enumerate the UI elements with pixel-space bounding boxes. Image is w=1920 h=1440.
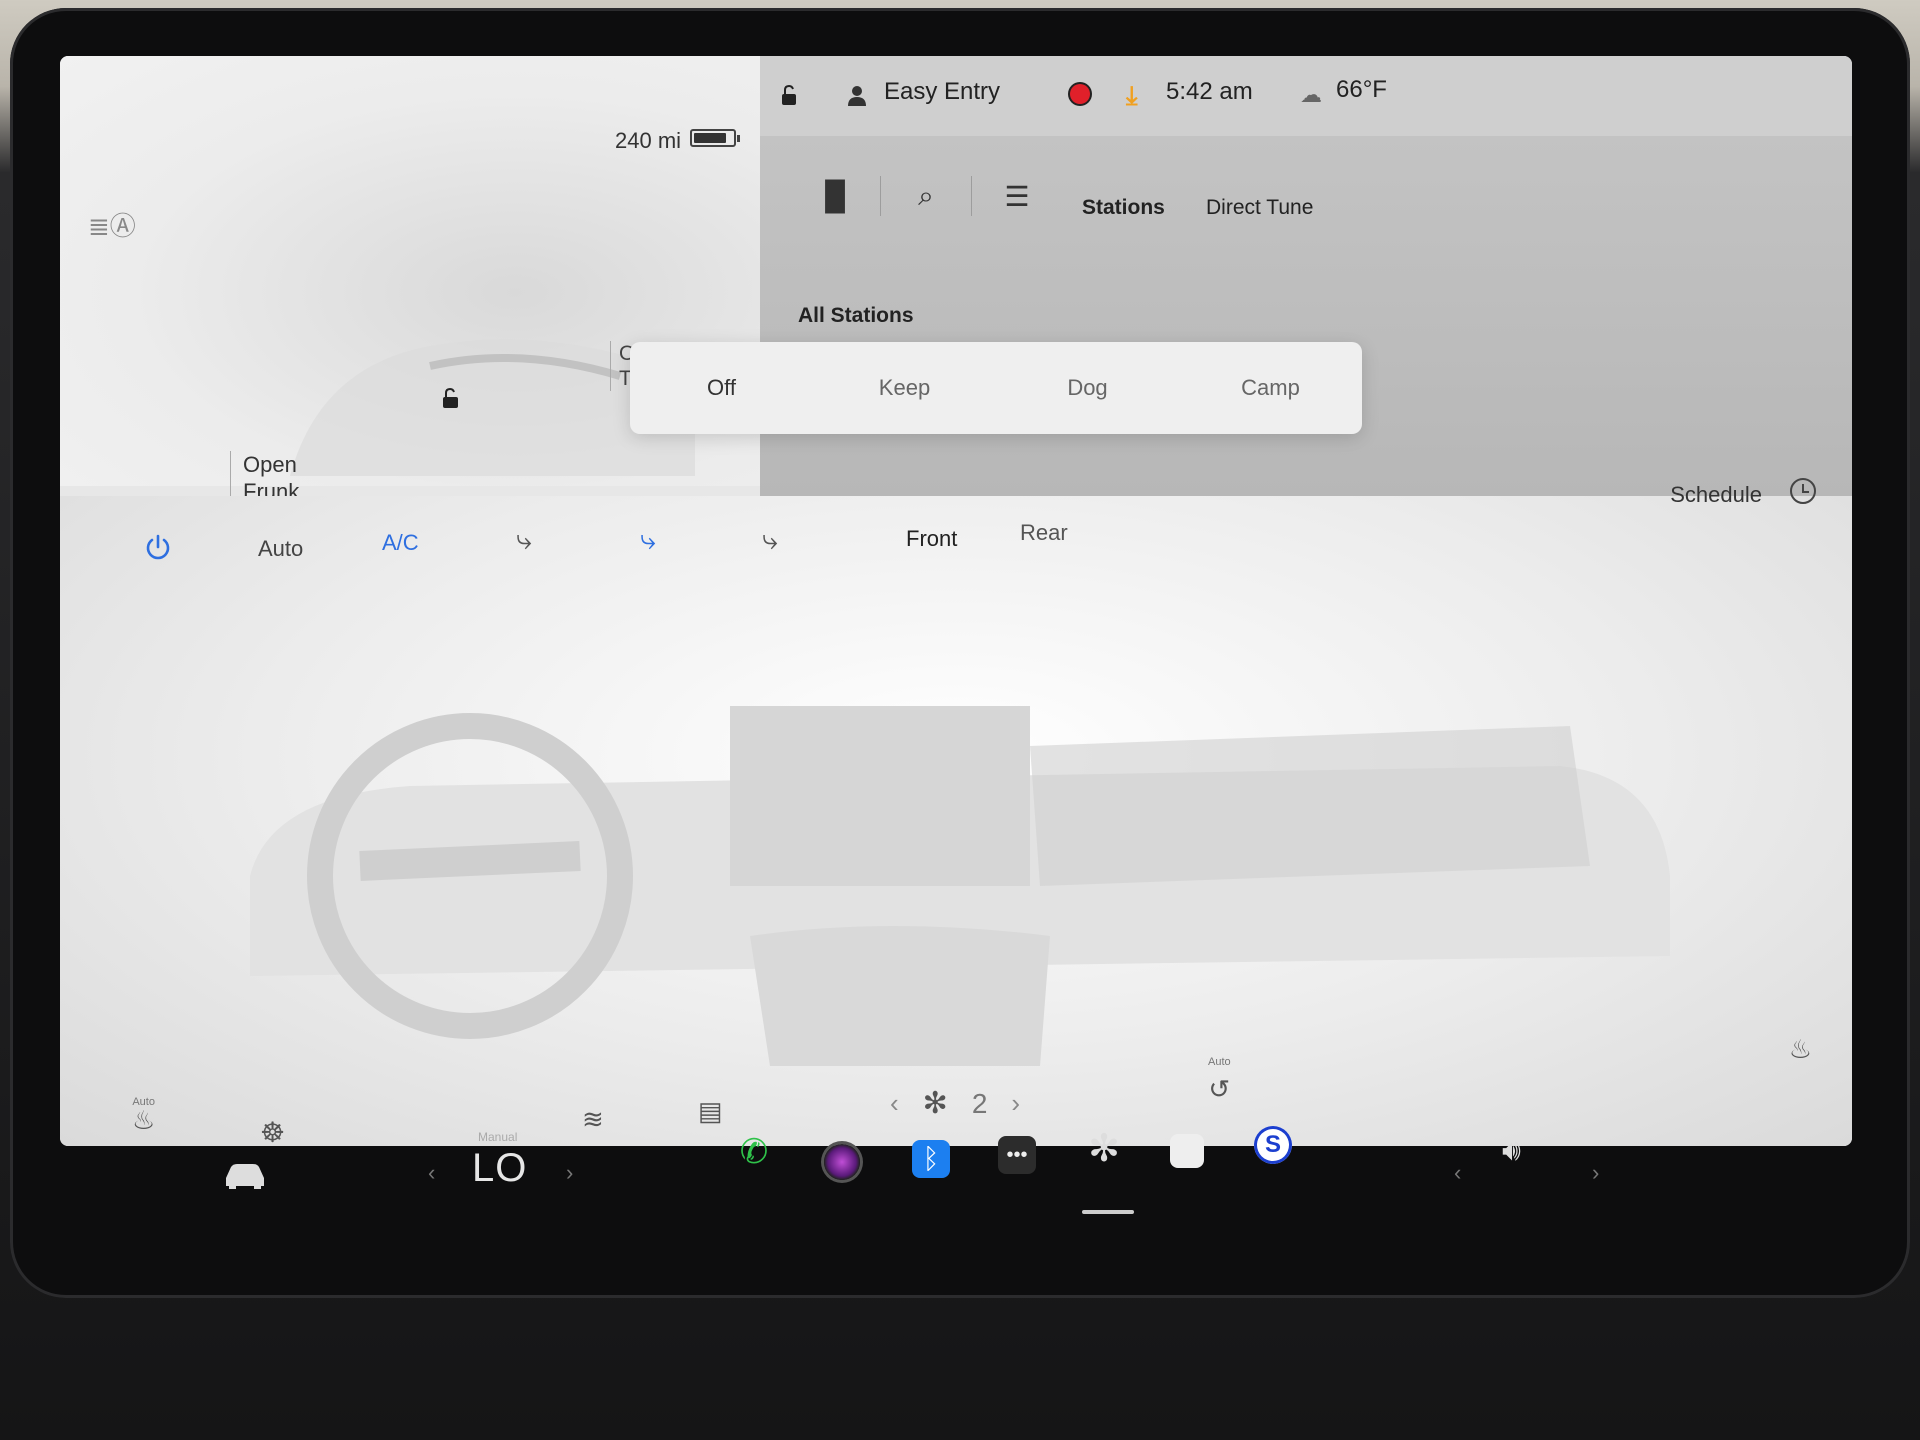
range-readout: 240 mi <box>615 128 682 153</box>
recirculate-icon: ↺ <box>1208 1074 1231 1104</box>
clock-icon[interactable] <box>1790 478 1816 504</box>
download-icon[interactable]: ⤓ <box>1126 80 1138 112</box>
temp-increase-chevron-icon[interactable]: › <box>566 1160 573 1186</box>
temp-decrease-chevron-icon[interactable]: ‹ <box>428 1160 435 1186</box>
cloud-icon: ☁ <box>1300 82 1322 107</box>
fan-app-icon[interactable]: ✻ <box>1082 1126 1126 1170</box>
dock-bar: ‹ Manual LO › ✆ ᛒ ••• ✻ S ‹ 🔊︎ › <box>0 1110 1920 1230</box>
vent-feet-icon[interactable]: ⤷ <box>762 524 778 557</box>
bluetooth-icon[interactable]: ᛒ <box>912 1140 950 1178</box>
mode-keep[interactable]: Keep <box>813 375 996 401</box>
vent-face-icon[interactable]: ⤷ <box>516 524 532 557</box>
active-app-indicator <box>1082 1210 1134 1214</box>
temp-mode-label: Manual <box>478 1130 518 1144</box>
manual-icon[interactable] <box>1170 1134 1204 1168</box>
ac-button[interactable]: A/C <box>382 530 419 556</box>
media-toolbar: ▐▌ ⌕ ☰ <box>790 176 1062 216</box>
cabin-temperature[interactable]: LO <box>472 1146 527 1191</box>
climate-controls-row: Auto A/C ⤷ ⤷ ⤷ Front Rear <box>60 520 1852 584</box>
equalizer-icon[interactable]: ▐▌ <box>790 176 881 216</box>
vent-face-feet-icon[interactable]: ⤷ <box>640 524 656 557</box>
search-icon[interactable]: ⌕ <box>881 176 972 216</box>
volume-up-chevron-icon[interactable]: › <box>1592 1160 1599 1186</box>
driver-profile[interactable]: Easy Entry <box>884 78 1000 106</box>
touchscreen: 240 mi ≣Ⓐ Open Frunk Open Trunk <box>60 56 1852 1146</box>
right-seat-heater-icon[interactable]: ♨ <box>1789 1034 1812 1065</box>
siriusxm-icon[interactable]: S <box>1254 1126 1292 1164</box>
volume-down-chevron-icon[interactable]: ‹ <box>1454 1160 1461 1186</box>
camera-icon[interactable] <box>824 1144 860 1180</box>
car-icon[interactable] <box>222 1160 268 1190</box>
recirculation-button[interactable]: Auto ↺ <box>1208 1056 1231 1105</box>
media-player-panel: ▐▌ ⌕ ☰ Stations Direct Tune All Stations <box>760 136 1852 496</box>
front-zone-tab[interactable]: Front <box>906 526 957 552</box>
schedule-button[interactable]: Schedule <box>1670 482 1762 508</box>
lock-icon[interactable] <box>778 84 800 106</box>
status-bar: Easy Entry ⤓ 5:42 am ☁ 66°F <box>760 56 1852 136</box>
dashcam-record-icon[interactable] <box>1070 84 1090 104</box>
climate-mode-selector: Off Keep Dog Camp <box>630 342 1362 434</box>
cabin-render <box>250 706 1670 1066</box>
mode-off[interactable]: Off <box>630 375 813 401</box>
rear-zone-tab[interactable]: Rear <box>1020 520 1068 546</box>
clock-time: 5:42 am <box>1166 78 1253 105</box>
volume-icon[interactable]: 🔊︎ <box>1502 1134 1521 1168</box>
open-frunk-line1: Open <box>243 452 297 477</box>
list-icon[interactable]: ☰ <box>972 176 1062 216</box>
mode-camp[interactable]: Camp <box>1179 375 1362 401</box>
climate-panel: Schedule Auto A/C ⤷ ⤷ ⤷ Front Rear Auto <box>60 478 1852 1146</box>
battery-fill <box>694 133 726 143</box>
more-icon[interactable]: ••• <box>998 1136 1036 1174</box>
unlock-icon[interactable] <box>440 388 462 408</box>
all-stations-heading: All Stations <box>798 304 914 327</box>
auto-headlight-icon[interactable]: ≣Ⓐ <box>88 206 136 243</box>
mode-dog[interactable]: Dog <box>996 375 1179 401</box>
tab-direct-tune[interactable]: Direct Tune <box>1206 196 1313 220</box>
person-icon[interactable] <box>846 84 868 106</box>
power-icon[interactable] <box>144 534 172 562</box>
recirc-auto-label: Auto <box>1208 1056 1231 1068</box>
auto-climate-button[interactable]: Auto <box>258 536 303 562</box>
battery-icon <box>690 129 740 147</box>
phone-icon[interactable]: ✆ <box>732 1130 776 1174</box>
tab-stations[interactable]: Stations <box>1082 196 1165 220</box>
outside-temperature: 66°F <box>1336 76 1387 103</box>
